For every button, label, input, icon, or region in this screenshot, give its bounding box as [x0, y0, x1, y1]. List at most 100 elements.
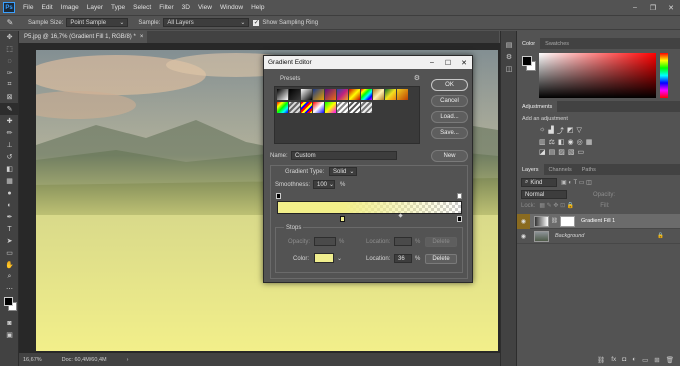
filter-icons[interactable]: ▣ ◐ T ▭ ◫	[561, 179, 592, 186]
menu-layer[interactable]: Layer	[83, 4, 107, 11]
layer-name[interactable]: Background	[555, 233, 584, 239]
preset-swatch[interactable]	[349, 89, 360, 100]
zoom-tool-icon[interactable]: ⌕	[0, 271, 19, 283]
rectangle-tool-icon[interactable]: ▭	[0, 247, 19, 259]
opacity-stop-right[interactable]	[457, 193, 462, 199]
hue-saturation-icon[interactable]: ▥	[539, 138, 546, 146]
preset-swatch[interactable]	[289, 102, 300, 113]
load-button[interactable]: Load...	[431, 111, 468, 123]
color-delete-button[interactable]: Delete	[425, 254, 457, 264]
sample-size-select[interactable]: Point Sample ⌄	[66, 18, 129, 27]
sample-select[interactable]: All Layers ⌄	[163, 18, 250, 27]
gradient-type-select[interactable]: Solid ⌄	[329, 167, 357, 176]
screen-mode-icon[interactable]: ▣	[0, 329, 19, 341]
hue-slider[interactable]	[660, 53, 668, 98]
move-tool-icon[interactable]: ✥	[0, 31, 19, 43]
eraser-tool-icon[interactable]: ◧	[0, 163, 19, 175]
history-panel-icon[interactable]: ▤	[501, 39, 517, 51]
vibrance-icon[interactable]: ▽	[576, 126, 581, 136]
tab-layers[interactable]: Layers	[517, 164, 544, 175]
blend-mode-select[interactable]: Normal	[521, 190, 567, 199]
preset-swatch[interactable]	[337, 102, 348, 113]
preset-swatch[interactable]	[325, 89, 336, 100]
menu-edit[interactable]: Edit	[37, 4, 56, 11]
menu-view[interactable]: View	[194, 4, 216, 11]
dodge-tool-icon[interactable]: ◐	[0, 199, 19, 211]
preset-swatch[interactable]	[277, 102, 288, 113]
new-group-icon[interactable]: ▭	[642, 356, 648, 364]
preset-swatch[interactable]	[373, 89, 384, 100]
menu-type[interactable]: Type	[107, 4, 129, 11]
tab-channels[interactable]: Channels	[544, 164, 577, 175]
add-mask-icon[interactable]: ◘	[622, 356, 626, 364]
preset-swatch[interactable]	[397, 89, 408, 100]
lasso-tool-icon[interactable]: ◌	[0, 55, 19, 67]
preset-swatch[interactable]	[385, 89, 396, 100]
invert-icon[interactable]: ◪	[539, 148, 546, 156]
document-tab[interactable]: P5.jpg @ 16,7% (Gradient Fill 1, RGB/8) …	[19, 31, 147, 43]
new-button[interactable]: New	[431, 150, 468, 162]
preset-swatch[interactable]	[337, 89, 348, 100]
midpoint-diamond[interactable]	[398, 213, 403, 218]
tab-swatches[interactable]: Swatches	[540, 38, 574, 49]
color-stop-right[interactable]	[457, 216, 462, 222]
posterize-icon[interactable]: ▤	[549, 148, 556, 156]
layer-kind-filter[interactable]: ⌕ Kind	[521, 178, 557, 187]
black-white-icon[interactable]: ◧	[558, 138, 565, 146]
link-layers-icon[interactable]: ⛓	[597, 356, 605, 364]
layer-name[interactable]: Gradient Fill 1	[581, 218, 615, 224]
save-button[interactable]: Save...	[431, 127, 468, 139]
minimize-button[interactable]: –	[626, 0, 644, 15]
smoothness-input[interactable]: 100 ⌄	[313, 180, 335, 189]
gear-icon[interactable]: ⚙	[414, 74, 420, 82]
opacity-stop-left[interactable]	[276, 193, 281, 199]
crop-tool-icon[interactable]: ⌗	[0, 79, 19, 91]
preset-swatch[interactable]	[301, 102, 312, 113]
history-brush-tool-icon[interactable]: ↺	[0, 151, 19, 163]
dialog-maximize-button[interactable]: ☐	[440, 56, 456, 69]
menu-help[interactable]: Help	[247, 4, 268, 11]
exposure-icon[interactable]: ◩	[567, 126, 574, 136]
frame-tool-icon[interactable]: ⊠	[0, 91, 19, 103]
close-icon[interactable]: ×	[140, 34, 144, 40]
maximize-button[interactable]: ❐	[644, 0, 662, 15]
more-tools-icon[interactable]: ⋯	[0, 283, 19, 295]
color-picker-field[interactable]	[539, 53, 656, 98]
clone-stamp-tool-icon[interactable]: ⊥	[0, 139, 19, 151]
preset-swatch[interactable]	[349, 102, 360, 113]
show-sampling-ring-checkbox[interactable]: ✓	[253, 19, 260, 26]
properties-panel-icon[interactable]: ⚙	[501, 51, 517, 63]
healing-brush-tool-icon[interactable]: ✚	[0, 115, 19, 127]
gradient-map-icon[interactable]: ▭	[578, 148, 585, 156]
blur-tool-icon[interactable]: ●	[0, 187, 19, 199]
menu-filter[interactable]: Filter	[155, 4, 177, 11]
layer-row-gradient-fill[interactable]: ◉ ⛓ Gradient Fill 1	[517, 213, 680, 229]
menu-image[interactable]: Image	[57, 4, 83, 11]
brush-tool-icon[interactable]: ✏	[0, 127, 19, 139]
close-button[interactable]: ✕	[662, 0, 680, 15]
trash-icon[interactable]: 🗑	[666, 356, 674, 364]
zoom-level[interactable]: 16,67%	[23, 357, 42, 363]
status-arrow-icon[interactable]: ›	[127, 357, 129, 363]
eyedropper-tool-preset-icon[interactable]: ✎	[0, 18, 20, 27]
channel-mixer-icon[interactable]: ◎	[577, 138, 583, 146]
gradient-tool-icon[interactable]: ▦	[0, 175, 19, 187]
preset-swatch[interactable]	[361, 89, 372, 100]
menu-window[interactable]: Window	[216, 4, 247, 11]
cancel-button[interactable]: Cancel	[431, 95, 468, 107]
dialog-close-button[interactable]: ✕	[456, 56, 472, 69]
threshold-icon[interactable]: ▨	[558, 148, 565, 156]
stop-color-swatch[interactable]	[314, 253, 334, 263]
menu-select[interactable]: Select	[129, 4, 155, 11]
tab-color[interactable]: Color	[517, 38, 541, 49]
preset-swatch[interactable]	[325, 102, 336, 113]
photo-filter-icon[interactable]: ◉	[568, 138, 574, 146]
color-stop-selected[interactable]	[340, 216, 345, 222]
tab-paths[interactable]: Paths	[577, 164, 601, 175]
quick-select-tool-icon[interactable]: ✑	[0, 67, 19, 79]
type-tool-icon[interactable]: T	[0, 223, 19, 235]
preset-swatch[interactable]	[361, 102, 372, 113]
color-location-input[interactable]: 36	[394, 254, 412, 263]
libraries-panel-icon[interactable]: ◫	[501, 63, 517, 75]
eye-icon[interactable]: ◉	[517, 213, 530, 229]
